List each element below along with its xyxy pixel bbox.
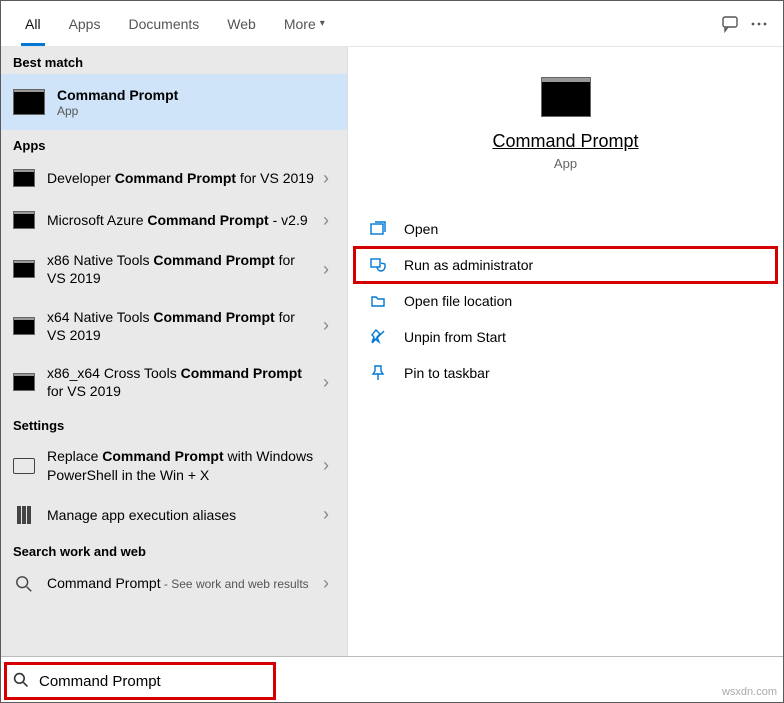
app-item-prefix: x64 Native Tools <box>47 309 153 325</box>
action-unpin-from-start[interactable]: Unpin from Start <box>348 319 783 355</box>
search-input[interactable] <box>39 673 267 690</box>
app-item-bold: Command Prompt <box>153 252 274 268</box>
app-item-bold: Command Prompt <box>147 212 268 228</box>
search-bar-area: wsxdn.com <box>1 656 783 702</box>
cmd-icon <box>13 169 35 187</box>
settings-item-bold: Command Prompt <box>102 448 223 464</box>
web-item-0[interactable]: Command Prompt - See work and web result… <box>1 563 347 605</box>
settings-item-prefix: Manage app execution aliases <box>47 507 236 523</box>
tab-more-label: More <box>284 16 316 32</box>
action-label: Open file location <box>404 293 512 309</box>
best-match-item[interactable]: Command Prompt App <box>1 74 347 130</box>
preview-title[interactable]: Command Prompt <box>492 131 638 152</box>
search-icon <box>13 573 35 595</box>
preview-panel: Command Prompt App Open Run as administr… <box>347 47 783 658</box>
more-options-icon[interactable] <box>745 10 773 38</box>
aliases-icon <box>17 506 31 524</box>
section-apps: Apps <box>1 130 347 157</box>
web-item-hint: - See work and web results <box>161 577 309 591</box>
tab-all[interactable]: All <box>11 1 55 46</box>
chevron-right-icon[interactable]: › <box>317 315 335 336</box>
preview-subtitle: App <box>554 156 577 171</box>
chevron-down-icon: ▾ <box>320 18 325 29</box>
apps-item-1[interactable]: Microsoft Azure Command Prompt - v2.9 › <box>1 199 347 241</box>
settings-item-prefix: Replace <box>47 448 102 464</box>
cmd-icon <box>13 211 35 229</box>
cmd-icon <box>13 317 35 335</box>
watermark: wsxdn.com <box>722 686 777 698</box>
action-label: Unpin from Start <box>404 329 506 345</box>
app-item-prefix: x86 Native Tools <box>47 252 153 268</box>
apps-item-0[interactable]: Developer Command Prompt for VS 2019 › <box>1 157 347 199</box>
apps-item-3[interactable]: x64 Native Tools Command Prompt for VS 2… <box>1 298 347 354</box>
app-item-prefix: x86_x64 Cross Tools <box>47 365 181 381</box>
section-settings: Settings <box>1 410 347 437</box>
search-box[interactable] <box>4 662 276 700</box>
app-item-suffix: for VS 2019 <box>47 383 121 399</box>
section-search-work-web: Search work and web <box>1 536 347 563</box>
app-item-suffix: - v2.9 <box>269 212 308 228</box>
tab-more[interactable]: More ▾ <box>270 1 339 46</box>
action-label: Pin to taskbar <box>404 365 490 381</box>
app-item-suffix: for VS 2019 <box>236 170 314 186</box>
chevron-right-icon[interactable]: › <box>317 504 335 525</box>
folder-icon <box>368 291 388 311</box>
pin-icon <box>368 363 388 383</box>
settings-item-1[interactable]: Manage app execution aliases › <box>1 494 347 536</box>
action-label: Run as administrator <box>404 257 533 273</box>
web-item-title: Command Prompt <box>47 575 161 591</box>
action-open-file-location[interactable]: Open file location <box>348 283 783 319</box>
action-label: Open <box>404 221 438 237</box>
apps-item-4[interactable]: x86_x64 Cross Tools Command Prompt for V… <box>1 354 347 410</box>
action-run-as-administrator[interactable]: Run as administrator <box>354 247 777 283</box>
settings-window-icon <box>13 458 35 474</box>
app-item-bold: Command Prompt <box>181 365 302 381</box>
best-match-title: Command Prompt <box>57 86 178 104</box>
app-item-bold: Command Prompt <box>115 170 236 186</box>
tab-apps[interactable]: Apps <box>55 1 115 46</box>
cmd-icon <box>13 89 45 115</box>
feedback-icon[interactable] <box>717 10 745 38</box>
chevron-right-icon[interactable]: › <box>317 168 335 189</box>
cmd-icon-large <box>541 77 591 117</box>
search-icon <box>13 672 31 691</box>
admin-shield-icon <box>368 255 388 275</box>
search-tabs: All Apps Documents Web More ▾ <box>1 1 783 47</box>
chevron-right-icon[interactable]: › <box>317 372 335 393</box>
chevron-right-icon[interactable]: › <box>317 259 335 280</box>
section-best-match: Best match <box>1 47 347 74</box>
open-icon <box>368 219 388 239</box>
app-item-prefix: Developer <box>47 170 115 186</box>
cmd-icon <box>13 260 35 278</box>
apps-item-2[interactable]: x86 Native Tools Command Prompt for VS 2… <box>1 241 347 297</box>
action-pin-to-taskbar[interactable]: Pin to taskbar <box>348 355 783 391</box>
tab-web[interactable]: Web <box>213 1 270 46</box>
chevron-right-icon[interactable]: › <box>317 455 335 476</box>
best-match-subtitle: App <box>57 104 178 118</box>
action-open[interactable]: Open <box>348 211 783 247</box>
settings-item-0[interactable]: Replace Command Prompt with Windows Powe… <box>1 437 347 493</box>
unpin-icon <box>368 327 388 347</box>
chevron-right-icon[interactable]: › <box>317 573 335 594</box>
cmd-icon <box>13 373 35 391</box>
chevron-right-icon[interactable]: › <box>317 210 335 231</box>
results-panel: Best match Command Prompt App Apps Devel… <box>1 47 347 658</box>
tab-documents[interactable]: Documents <box>114 1 213 46</box>
app-item-bold: Command Prompt <box>153 309 274 325</box>
app-item-prefix: Microsoft Azure <box>47 212 147 228</box>
